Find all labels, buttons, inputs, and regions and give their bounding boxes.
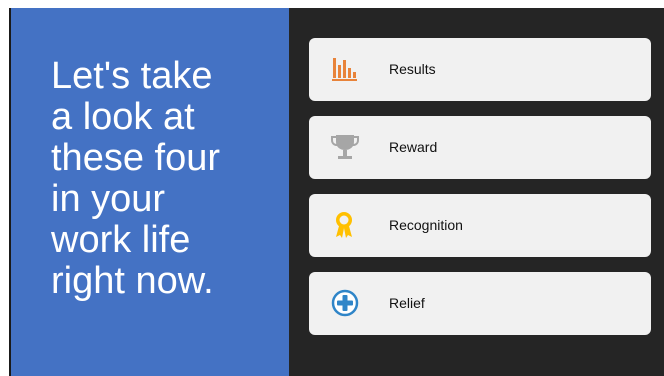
slide-frame: Let's take a look at these four in your … [0,0,664,376]
card-results[interactable]: Results [309,38,651,101]
card-label-reward: Reward [389,139,438,155]
card-label-results: Results [389,61,436,77]
headline-line: in your [51,178,166,220]
headline-line: these four [51,137,220,179]
headline-panel: Let's take a look at these four in your … [9,8,289,376]
slide: Let's take a look at these four in your … [9,8,664,376]
card-list: Results Reward Recognition Relief [309,38,651,350]
trophy-icon [329,131,361,163]
card-label-relief: Relief [389,295,425,311]
headline-text: Let's take a look at these four in your … [51,56,276,302]
bar-chart-icon [329,53,361,85]
card-recognition[interactable]: Recognition [309,194,651,257]
plus-circle-icon [329,287,361,319]
award-ribbon-icon [329,209,361,241]
headline-line: work life [51,219,191,261]
headline-line: Let's take [51,55,213,97]
card-relief[interactable]: Relief [309,272,651,335]
card-label-recognition: Recognition [389,217,463,233]
headline-line: right now. [51,260,214,302]
panel-edge [9,8,11,376]
headline-line: a look at [51,96,195,138]
card-reward[interactable]: Reward [309,116,651,179]
